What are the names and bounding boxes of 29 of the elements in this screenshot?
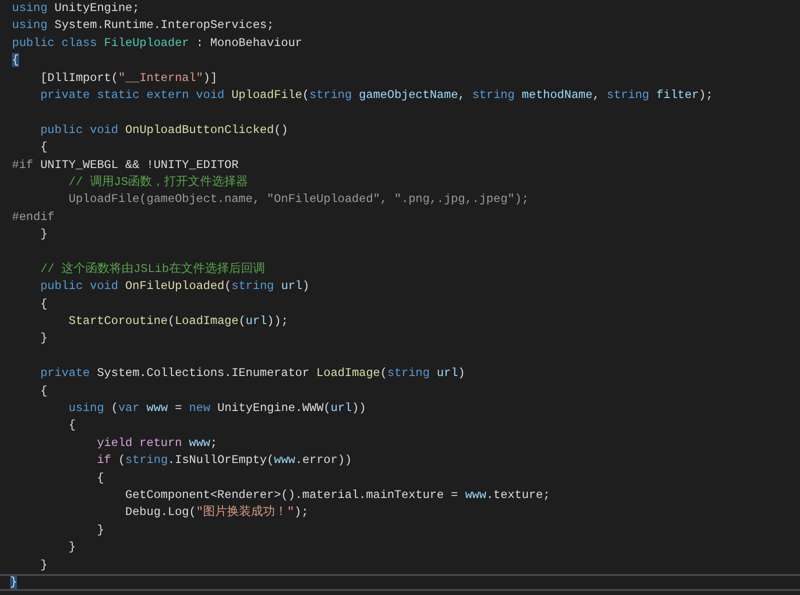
code-line: } [96, 522, 104, 539]
code-line: } [68, 539, 76, 556]
code-line: using UnityEngine; [12, 0, 140, 17]
code-line: #endif [12, 208, 54, 226]
code-line: #if UNITY_WEBGL && !UNITY_EDITOR [12, 156, 239, 174]
code-line: { [39, 139, 48, 156]
code-line: using System.Runtime.InteropServices; [12, 17, 274, 34]
code-line: public void OnUploadButtonClicked() [39, 122, 288, 139]
code-line: // 调用JS函数，打开文件选择器 [68, 174, 248, 191]
code-line: // 这个函数将由JSLib在文件选择后回调 [39, 260, 265, 278]
code-line: } [39, 226, 48, 244]
code-line: private System.Collections.IEnumerator LoadImage(string url) [39, 365, 466, 382]
code-line: Debug.Log("图片换装成功！"); [124, 504, 308, 522]
code-line: GetComponent<Renderer>().material.mainTexture = www.texture; [124, 486, 550, 504]
code-line: StartCoroutine(LoadImage(url)); [68, 313, 288, 330]
code-line: } [39, 556, 48, 574]
code-line: { [39, 296, 48, 313]
code-line: public class FileUploader : MonoBehaviour [12, 34, 302, 52]
code-line: { [39, 382, 48, 400]
code-line: { [68, 417, 76, 434]
code-line: if (string.IsNullOrEmpty(www.error)) [96, 452, 352, 470]
code-line: } [39, 330, 48, 348]
code-line: public void OnFileUploaded(string url) [39, 278, 310, 296]
code-line: using (var www = new UnityEngine.WWW(url)) [68, 400, 366, 417]
code-line: { [96, 470, 104, 487]
code-line: UploadFile(gameObject.name, "OnFileUploaded", ".png,.jpg,.jpeg"); [68, 191, 529, 208]
code-line: private static extern void UploadFile(string gameObjectName, string methodName, string filter); [39, 86, 713, 104]
code-line: [DllImport("__Internal")] [39, 70, 218, 87]
code-line: yield return www; [96, 434, 218, 452]
